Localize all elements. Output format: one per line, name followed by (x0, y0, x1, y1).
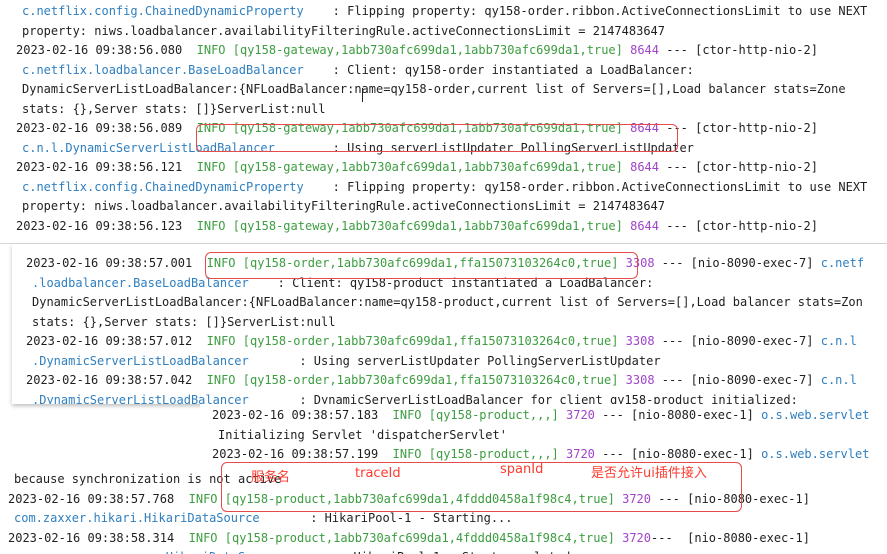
annotation-service-name: 服务名 (251, 470, 291, 485)
log-line: 2023-02-16 09:38:56.123 INFO [qy158-gate… (16, 216, 818, 236)
log-segment-cls: c.netflix.config.ChainedDynamicProperty (22, 4, 304, 18)
log-segment-pid: 8644 (622, 218, 659, 233)
log-line: stats: {},Server stats: []}ServerList:nu… (32, 312, 335, 332)
log-segment-msg: : Client: qy158-order instantiated a Loa… (303, 62, 694, 77)
log-line: 2023-02-16 09:38:56.121 INFO [qy158-gate… (16, 157, 818, 177)
log-segment-cls: o.s.web.servlet (761, 447, 870, 461)
log-line: .DynamicServerListLoadBalancer : Dynamic… (32, 390, 798, 405)
log-segment-pid: 8644 (622, 43, 659, 57)
log-segment-ts: 2023-02-16 09:38:57.001 (26, 256, 200, 270)
log-segment-msg: : DynamicServerListLoadBalancer for clie… (248, 392, 798, 405)
log-segment-dash: --- [nio-8080-exec-1] (594, 447, 762, 461)
highlight-order-trace (205, 252, 638, 279)
log-segment-msg: : Flipping property: qy158-order.ribbon.… (303, 179, 868, 194)
log-segment-ts: 2023-02-16 09:38:56.080 (16, 43, 190, 57)
log-segment-info: INFO [qy158-product,,,] (385, 408, 559, 422)
log-segment-msg: DynamicServerListLoadBalancer:{NFLoadBal… (22, 82, 846, 96)
log-segment-info: INFO [qy158-order,1abb730afc699da1,ffa15… (199, 334, 619, 348)
log-segment-ts: 2023-02-16 09:38:56.089 (16, 121, 190, 135)
log-segment-msg: Initializing Servlet 'dispatcherServlet' (218, 427, 507, 442)
log-segment-msg: stats: {},Server stats: []}ServerList:nu… (22, 101, 326, 116)
log-segment-pid: 8644 (622, 160, 659, 174)
log-segment-ts: 2023-02-16 09:38:56.123 (16, 218, 190, 233)
log-segment-msg: : Flipping property: qy158-order.ribbon.… (303, 4, 868, 18)
annotation-span-id: spanId (500, 462, 544, 477)
log-segment-pid: 3720 (614, 530, 651, 545)
log-segment-cls: c.n.l (820, 373, 857, 387)
log-segment-dash: --- [ctor-http-nio-2] (659, 160, 818, 174)
annotation-allow-plugin: 是否允许ui插件接入 (591, 466, 707, 481)
log-segment-cls: com.zaxxer.hikari.HikariDataSource (14, 511, 260, 525)
log-segment-msg: stats: {},Server stats: []}ServerList:nu… (32, 314, 336, 329)
log-segment-ts: 2023-02-16 09:38:57.042 (26, 373, 200, 387)
log-segment-ts: 2023-02-16 09:38:58.314 (8, 530, 182, 545)
log-line: 2023-02-16 09:38:57.042 INFO [qy158-orde… (26, 370, 857, 390)
log-line: 2023-02-16 09:38:57.012 INFO [qy158-orde… (26, 331, 857, 351)
log-segment-dash: --- [nio-8090-exec-7] (654, 334, 821, 348)
log-segment-cls: c.z.HikariDataSource (14, 550, 282, 554)
log-segment-ts: 2023-02-16 09:38:57.012 (26, 334, 200, 348)
log-segment-msg: property: niws.loadbalancer.availability… (22, 23, 665, 38)
log-segment-pid: 3720 (558, 447, 595, 461)
log-segment-ts: 2023-02-16 09:38:57.199 (212, 447, 386, 461)
log-segment-cls: c.netflix.config.ChainedDynamicProperty (22, 179, 304, 194)
log-line: 2023-02-16 09:38:56.080 INFO [qy158-gate… (16, 40, 818, 60)
log-line: 2023-02-16 09:38:57.199 INFO [qy158-prod… (212, 444, 869, 462)
text-cursor (362, 88, 363, 102)
log-segment-info: INFO [qy158-product,1abb730afc699da1,4fd… (181, 530, 615, 545)
log-segment-info: INFO [qy158-gateway,1abb730afc699da1,1ab… (189, 218, 623, 233)
log-segment-ts: 2023-02-16 09:38:56.121 (16, 160, 190, 174)
log-segment-cls: c.netflix.loadbalancer.BaseLoadBalancer (22, 62, 304, 77)
log-segment-ts: 2023-02-16 09:38:57.183 (212, 408, 386, 422)
log-line: Initializing Servlet 'dispatcherServlet' (218, 425, 507, 445)
log-segment-msg: property: niws.loadbalancer.availability… (22, 199, 665, 213)
log-segment-pid: 3720 (558, 408, 595, 422)
log-segment-msg: DynamicServerListLoadBalancer:{NFLoadBal… (32, 295, 863, 309)
log-line: .DynamicServerListLoadBalancer : Using s… (32, 351, 661, 371)
gateway-log-panel[interactable]: c.netflix.config.ChainedDynamicProperty … (0, 0, 887, 244)
log-segment-cls: .DynamicServerListLoadBalancer (32, 353, 249, 368)
log-line: DynamicServerListLoadBalancer:{NFLoadBal… (32, 292, 863, 312)
log-line: 2023-02-16 09:38:58.314 INFO [qy158-prod… (8, 528, 810, 548)
log-segment-info: INFO [qy158-gateway,1abb730afc699da1,1ab… (189, 43, 623, 57)
log-segment-cls: c.n.l (820, 334, 857, 348)
log-line: c.netflix.config.ChainedDynamicProperty … (22, 177, 867, 197)
log-line: property: niws.loadbalancer.availability… (22, 21, 665, 41)
log-segment-cls: o.s.web.servlet (761, 408, 870, 422)
log-segment-dash: --- [ctor-http-nio-2] (659, 121, 818, 135)
product-servlet-log-panel[interactable]: 2023-02-16 09:38:57.183 INFO [qy158-prod… (200, 404, 887, 462)
log-segment-dash: --- [nio-8090-exec-7] (654, 373, 821, 387)
log-segment-dash: --- [nio-8080-exec-1] (651, 530, 810, 545)
log-segment-cls: c.netf (820, 256, 865, 270)
log-segment-cls: .DynamicServerListLoadBalancer (32, 392, 249, 405)
log-segment-dash: --- [nio-8080-exec-1] (594, 408, 762, 422)
log-segment-dash: --- [nio-8090-exec-7] (654, 256, 821, 270)
log-segment-msg: : HikariPool-1 - Start completed. (281, 550, 577, 554)
annotation-trace-id: traceId (355, 466, 401, 481)
log-line: c.netflix.config.ChainedDynamicProperty … (22, 1, 867, 21)
log-line: c.z.HikariDataSource : HikariPool-1 - St… (14, 547, 578, 554)
log-line: c.netflix.loadbalancer.BaseLoadBalancer … (22, 60, 694, 80)
log-segment-ts: 2023-02-16 09:38:57.768 (8, 491, 182, 506)
log-segment-dash: --- [ctor-http-nio-2] (659, 218, 818, 233)
log-line: DynamicServerListLoadBalancer:{NFLoadBal… (22, 79, 846, 99)
log-segment-msg: : HikariPool-1 - Starting... (259, 511, 513, 525)
log-line: property: niws.loadbalancer.availability… (22, 196, 665, 216)
log-line: stats: {},Server stats: []}ServerList:nu… (22, 99, 325, 119)
log-segment-msg: : Using serverListUpdater PollingServerL… (248, 353, 661, 368)
log-line: 2023-02-16 09:38:57.183 INFO [qy158-prod… (212, 405, 869, 425)
highlight-gateway-trace (196, 124, 678, 152)
log-segment-pid: 3308 (618, 373, 655, 387)
log-segment-info: INFO [qy158-product,,,] (385, 447, 559, 461)
log-segment-pid: 3308 (618, 334, 655, 348)
log-segment-dash: --- [ctor-http-nio-2] (659, 43, 818, 57)
log-segment-info: INFO [qy158-gateway,1abb730afc699da1,1ab… (189, 160, 623, 174)
log-segment-info: INFO [qy158-order,1abb730afc699da1,ffa15… (199, 373, 619, 387)
